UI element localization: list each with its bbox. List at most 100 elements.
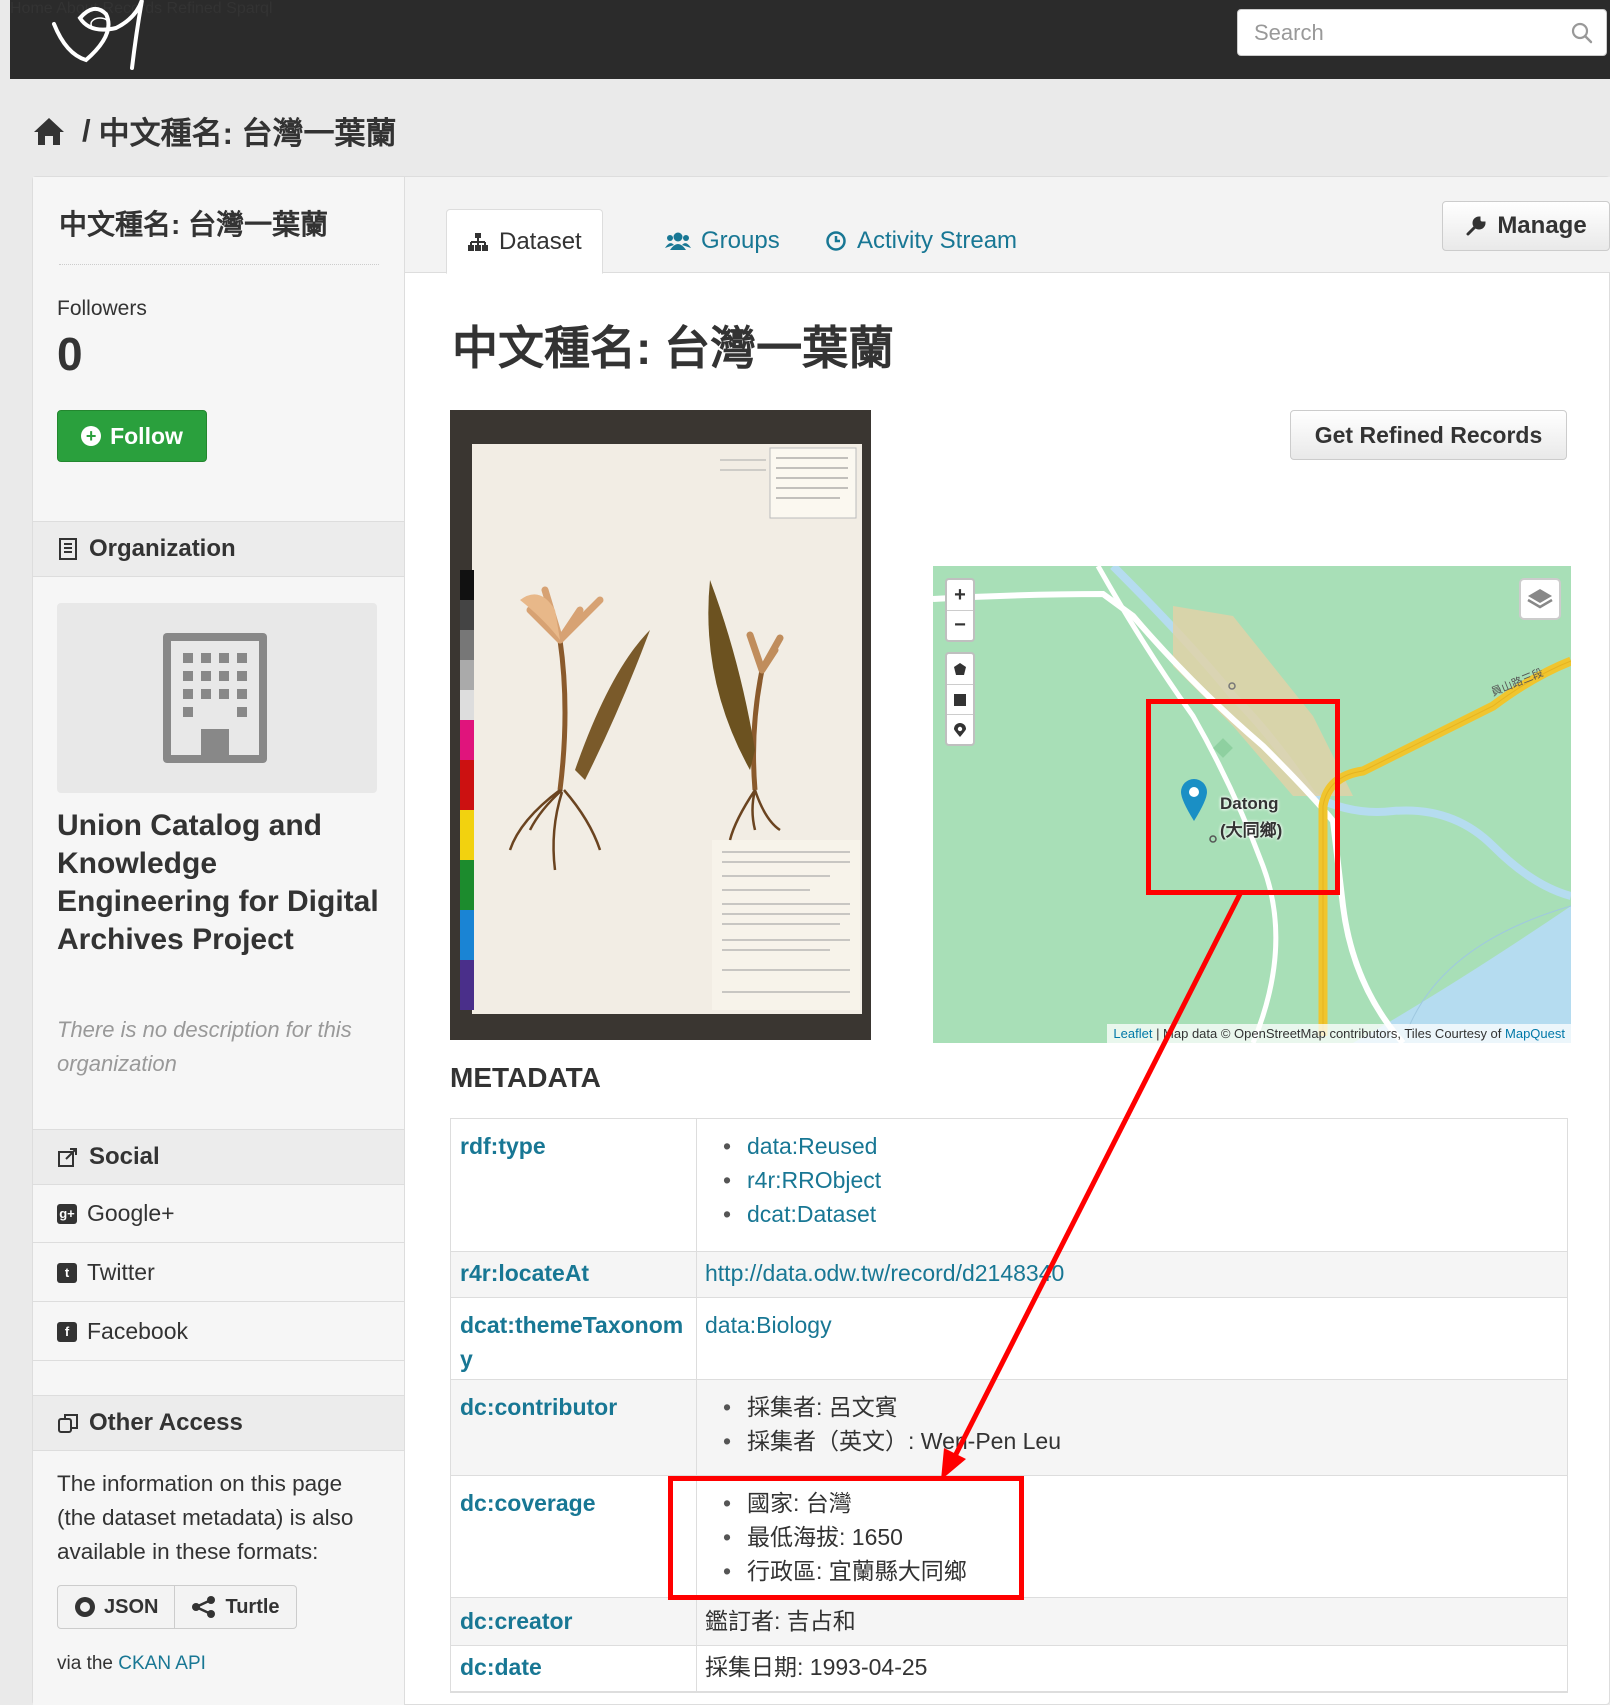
nav-sparql[interactable]: Sparql: [226, 0, 272, 17]
wrench-icon: [1466, 216, 1486, 236]
breadcrumb-current[interactable]: 中文種名: 台灣一葉蘭: [99, 108, 397, 153]
json-button[interactable]: JSON: [57, 1585, 176, 1629]
list-item: 行政區: 宜蘭縣大同鄉: [723, 1554, 1559, 1588]
zoom-out-button[interactable]: −: [947, 610, 973, 640]
rdf-type-link[interactable]: dcat:Dataset: [747, 1201, 876, 1227]
ckan-api-link[interactable]: CKAN API: [118, 1653, 206, 1674]
manage-button[interactable]: Manage: [1442, 201, 1610, 251]
zoom-control: + −: [945, 578, 975, 642]
organization-description: There is no description for this organiz…: [57, 1017, 352, 1076]
metadata-key[interactable]: dcat:themeTaxonomy: [451, 1298, 697, 1379]
breadcrumb: / 中文種名: 台灣一葉蘭: [32, 108, 397, 153]
page-title: 中文種名: 台灣一葉蘭: [452, 322, 895, 374]
followers-count: 0: [57, 328, 83, 380]
building-icon: [163, 633, 267, 763]
draw-rectangle-button[interactable]: [947, 684, 973, 714]
search-input[interactable]: [1254, 20, 1554, 46]
other-access-description: The information on this page (the datase…: [57, 1471, 354, 1564]
specimen-image[interactable]: [450, 410, 871, 1040]
marker-icon: [954, 722, 966, 737]
list-item: 國家: 台灣: [723, 1486, 1559, 1520]
metadata-value: 採集日期: 1993-04-25: [705, 1654, 928, 1680]
turtle-button[interactable]: Turtle: [175, 1585, 297, 1629]
draw-marker-button[interactable]: [947, 714, 973, 744]
followers-label: Followers: [57, 297, 147, 320]
organization-heading-label: Organization: [89, 535, 236, 562]
attribution-text: | Map data © OpenStreetMap contributors,…: [1152, 1026, 1506, 1041]
get-refined-records-button[interactable]: Get Refined Records: [1290, 410, 1567, 460]
follow-button-label: Follow: [110, 422, 183, 449]
metadata-value: 鑑訂者: 吉占和: [705, 1608, 856, 1634]
manage-button-label: Manage: [1497, 212, 1587, 239]
social-heading: Social: [33, 1129, 404, 1185]
copy-icon: [58, 1414, 78, 1433]
sitemap-icon: [468, 232, 488, 251]
metadata-value: data:Reused r4r:RRObject dcat:Dataset: [697, 1119, 1567, 1251]
follow-button[interactable]: + Follow: [57, 410, 207, 462]
tab-dataset-label: Dataset: [499, 227, 582, 255]
table-row: dcat:themeTaxonomy data:Biology: [451, 1298, 1567, 1380]
tab-dataset[interactable]: Dataset: [446, 209, 603, 274]
clock-icon: [826, 231, 846, 251]
search-box[interactable]: [1237, 9, 1607, 56]
table-row: dc:coverage 國家: 台灣 最低海拔: 1650 行政區: 宜蘭縣大同…: [451, 1476, 1567, 1598]
social-label: Twitter: [87, 1259, 155, 1285]
search-icon[interactable]: [1570, 21, 1594, 45]
metadata-key[interactable]: rdf:type: [451, 1119, 697, 1251]
draw-polygon-button[interactable]: [947, 654, 973, 684]
tab-activity-stream[interactable]: Activity Stream: [825, 209, 1017, 273]
locate-at-link[interactable]: http://data.odw.tw/record/d2148340: [705, 1260, 1064, 1286]
nav-refined[interactable]: Refined: [167, 0, 222, 17]
social-heading-label: Social: [89, 1143, 160, 1170]
tab-groups-label: Groups: [701, 227, 780, 254]
location-map[interactable]: 員山路三段 + − Datong (大同鄉) Leaflet | Map dat…: [933, 566, 1571, 1043]
rdf-type-link[interactable]: r4r:RRObject: [747, 1167, 881, 1193]
other-access-heading-label: Other Access: [89, 1409, 243, 1436]
home-icon[interactable]: [32, 115, 66, 147]
map-place-name: Datong: [1220, 794, 1279, 813]
social-twitter[interactable]: t Twitter: [33, 1244, 404, 1302]
social-google-plus[interactable]: g+ Google+: [33, 1185, 404, 1243]
layers-icon: [1527, 589, 1553, 609]
metadata-key[interactable]: dc:date: [451, 1646, 697, 1691]
social-facebook[interactable]: f Facebook: [33, 1303, 404, 1361]
tab-groups[interactable]: Groups: [665, 209, 780, 273]
top-navbar: Home About Records Refined Sparql: [10, 0, 1610, 79]
draw-toolbar: [945, 652, 975, 746]
format-button-group: JSON Turtle: [57, 1585, 297, 1629]
mapquest-link[interactable]: MapQuest: [1505, 1026, 1565, 1041]
social-label: Facebook: [87, 1318, 189, 1344]
organization-name[interactable]: Union Catalog and Knowledge Engineering …: [57, 807, 387, 959]
layers-button[interactable]: [1519, 578, 1561, 620]
other-access-heading: Other Access: [33, 1395, 404, 1451]
metadata-key[interactable]: r4r:locateAt: [451, 1252, 697, 1297]
api-note-prefix: via the: [57, 1653, 113, 1674]
map-place-local-name: (大同鄉): [1220, 821, 1283, 840]
metadata-value: http://data.odw.tw/record/d2148340: [697, 1252, 1567, 1297]
table-row: dc:creator 鑑訂者: 吉占和: [451, 1598, 1567, 1646]
map-attribution: Leaflet | Map data © OpenStreetMap contr…: [1107, 1024, 1571, 1043]
json-icon: [75, 1597, 95, 1617]
metadata-value: data:Biology: [697, 1298, 1567, 1379]
social-label: Google+: [87, 1200, 175, 1226]
sidebar-title: 中文種名: 台灣一葉蘭: [59, 209, 329, 240]
share-nodes-icon: [192, 1596, 216, 1618]
google-plus-icon: g+: [57, 1203, 77, 1224]
zoom-in-button[interactable]: +: [947, 580, 973, 610]
list-item: 採集者（英文）: Wen-Pen Leu: [723, 1424, 1559, 1458]
rdf-type-link[interactable]: data:Reused: [747, 1133, 877, 1159]
metadata-key[interactable]: dc:contributor: [451, 1380, 697, 1475]
site-logo[interactable]: [46, 0, 156, 80]
users-icon: [665, 232, 691, 250]
api-note: via the CKAN API: [57, 1653, 206, 1675]
metadata-key[interactable]: dc:creator: [451, 1598, 697, 1645]
sidebar: 中文種名: 台灣一葉蘭 Followers 0 + Follow Organiz…: [33, 177, 405, 1705]
turtle-button-label: Turtle: [225, 1595, 280, 1618]
table-row: dc:contributor 採集者: 呂文賓 採集者（英文）: Wen-Pen…: [451, 1380, 1567, 1476]
theme-link[interactable]: data:Biology: [705, 1312, 832, 1338]
twitter-icon: t: [57, 1262, 77, 1283]
breadcrumb-separator: /: [82, 112, 91, 148]
leaflet-link[interactable]: Leaflet: [1113, 1026, 1152, 1041]
organization-placeholder-image[interactable]: [57, 603, 377, 793]
metadata-key[interactable]: dc:coverage: [451, 1476, 697, 1597]
